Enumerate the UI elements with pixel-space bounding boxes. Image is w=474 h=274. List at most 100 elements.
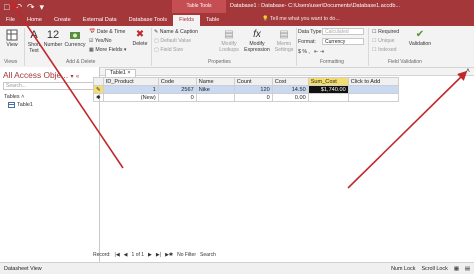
- delete-icon: ✖: [135, 29, 145, 40]
- table-cell[interactable]: 0.00: [271, 93, 309, 102]
- datasheet: ID_Product Code Name Count Cost Sum_Cost…: [93, 77, 399, 102]
- currency-label: Currency: [64, 42, 86, 48]
- date-time-button[interactable]: 📅 Date & Time: [89, 29, 125, 35]
- nav-search-input[interactable]: Search...: [3, 82, 95, 90]
- yes-no-button[interactable]: ☑ Yes/No: [89, 38, 112, 44]
- modify-expression-button[interactable]: fx Modify Expression: [243, 29, 271, 53]
- design-view-toggle-icon[interactable]: ▤: [465, 266, 470, 272]
- field-size-button[interactable]: ▢ Field Size: [154, 47, 183, 53]
- column-header[interactable]: Count: [233, 77, 273, 86]
- table-cell[interactable]: 2567: [157, 85, 197, 94]
- table-cell-sum-cost-selected[interactable]: $1,740.00: [307, 85, 349, 94]
- indexed-checkbox[interactable]: ☐ Indexed: [372, 47, 397, 53]
- shutter-bar-icon[interactable]: «: [76, 74, 79, 80]
- record-position[interactable]: 1 of 1: [132, 252, 145, 258]
- new-record-nav-icon[interactable]: ▶✱: [165, 252, 173, 258]
- close-icon[interactable]: ×: [127, 70, 130, 76]
- modify-lookups-button[interactable]: ▤ Modify Lookups: [216, 29, 242, 53]
- status-indicators: Num Lock Scroll Lock ▦ ▤: [391, 266, 470, 272]
- tab-create[interactable]: Create: [48, 15, 77, 26]
- default-value-button[interactable]: ▢ Default Value: [154, 38, 191, 44]
- tab-file[interactable]: File: [0, 15, 21, 26]
- group-label-field-validation: Field Validation: [388, 59, 422, 65]
- table-cell[interactable]: 14.50: [271, 85, 309, 94]
- validation-button[interactable]: ✔ Validation: [406, 29, 434, 47]
- new-record-icon[interactable]: ✱: [93, 93, 104, 102]
- unique-checkbox[interactable]: ☐ Unique: [372, 38, 395, 44]
- column-header-sum-cost[interactable]: Sum_Cost: [307, 77, 349, 86]
- column-header[interactable]: Code: [157, 77, 197, 86]
- undo-icon[interactable]: ↶: [14, 2, 22, 13]
- number-button[interactable]: 12 Number: [43, 29, 63, 48]
- data-type-select[interactable]: Calculated: [322, 28, 364, 35]
- lookup-icon: ▤: [224, 29, 234, 40]
- tab-fields[interactable]: Fields: [173, 15, 201, 26]
- required-checkbox[interactable]: ☐ Required: [372, 29, 399, 35]
- column-header[interactable]: Name: [195, 77, 235, 86]
- table-cell[interactable]: 0: [233, 93, 273, 102]
- validation-icon: ✔: [415, 29, 425, 40]
- table-cell[interactable]: [195, 93, 235, 102]
- nav-item-label: Table1: [17, 102, 33, 108]
- nav-pane-title[interactable]: All Access Obje... ▾ «: [3, 70, 79, 80]
- last-record-icon[interactable]: ▶|: [156, 252, 161, 258]
- format-select[interactable]: Currency: [322, 38, 364, 45]
- table-cell[interactable]: 0: [157, 93, 197, 102]
- no-filter-button[interactable]: No Filter: [177, 252, 196, 258]
- status-bar: Datasheet View Num Lock Scroll Lock ▦ ▤: [0, 262, 474, 274]
- nav-search-placeholder: Search...: [6, 83, 27, 89]
- select-all-corner[interactable]: [93, 77, 104, 86]
- indexed-label: Indexed: [378, 47, 397, 53]
- record-navigator: Record: |◀ ◀ 1 of 1 ▶ ▶| ▶✱ No Filter Se…: [93, 252, 216, 258]
- field-size-label: Field Size: [160, 47, 184, 53]
- memo-settings-button[interactable]: ▤ Memo Settings: [272, 29, 296, 53]
- datasheet-view-toggle-icon[interactable]: ▦: [454, 266, 459, 272]
- table-cell[interactable]: 120: [233, 85, 273, 94]
- modify-expression-label: Modify Expression: [244, 41, 270, 53]
- group-label-views: Views: [4, 59, 18, 65]
- nav-pane-title-label: All Access Obje...: [3, 70, 69, 80]
- redo-icon[interactable]: ↷: [27, 2, 35, 13]
- short-text-button[interactable]: A Short Text: [26, 29, 42, 54]
- num-lock-indicator: Num Lock: [391, 266, 416, 272]
- tab-table[interactable]: Table: [200, 15, 225, 26]
- customize-qat-icon[interactable]: ▾: [40, 2, 45, 13]
- record-selector-edit-icon[interactable]: ✎: [93, 85, 104, 94]
- tab-database-tools[interactable]: Database Tools: [123, 15, 173, 26]
- tab-home[interactable]: Home: [21, 15, 48, 26]
- first-record-icon[interactable]: |◀: [115, 252, 120, 258]
- name-caption-button[interactable]: ✎ Name & Caption: [154, 29, 198, 35]
- collapse-group-icon[interactable]: ˄: [21, 94, 24, 100]
- table-cell[interactable]: Nike: [195, 85, 235, 94]
- click-to-add-header[interactable]: Click to Add: [347, 77, 399, 86]
- currency-button[interactable]: Currency: [64, 29, 86, 48]
- table-cell[interactable]: [347, 85, 399, 94]
- next-record-icon[interactable]: ▶: [148, 252, 152, 258]
- nav-item-table1[interactable]: Table1: [8, 102, 33, 108]
- chevron-down-icon[interactable]: ▾: [71, 74, 74, 80]
- group-label-formatting: Formatting: [320, 59, 344, 65]
- collapse-ribbon-icon[interactable]: ˄: [466, 68, 470, 75]
- column-header[interactable]: ID_Product: [102, 77, 159, 86]
- table-cell[interactable]: [347, 93, 399, 102]
- record-search-input[interactable]: Search: [200, 252, 216, 258]
- view-button[interactable]: View: [3, 29, 21, 48]
- separator: [368, 28, 369, 66]
- table-cell[interactable]: (New): [102, 93, 159, 102]
- nav-group-tables[interactable]: Tables ˄: [4, 94, 24, 100]
- document-tab-table1[interactable]: Table1 ×: [105, 69, 136, 77]
- table-cell[interactable]: [307, 93, 349, 102]
- tab-external-data[interactable]: External Data: [77, 15, 123, 26]
- more-fields-button[interactable]: ▦ More Fields ▾: [89, 47, 127, 53]
- previous-record-icon[interactable]: ◀: [124, 252, 128, 258]
- tell-me-search[interactable]: 💡 Tell me what you want to do...: [262, 16, 340, 22]
- table-cell[interactable]: 1: [102, 85, 159, 94]
- column-header[interactable]: Cost: [271, 77, 309, 86]
- window-title: Database1 : Database- C:\Users\user\Docu…: [230, 3, 400, 9]
- number-format-buttons[interactable]: $ % , ⇤ ⇥: [298, 49, 324, 55]
- date-time-label: Date & Time: [96, 29, 126, 35]
- memo-icon: ▤: [279, 29, 289, 40]
- delete-button[interactable]: ✖ Delete: [131, 29, 149, 47]
- ribbon-tabs: File Home Create External Data Database Tool…: [0, 15, 225, 26]
- save-icon[interactable]: □: [4, 2, 9, 13]
